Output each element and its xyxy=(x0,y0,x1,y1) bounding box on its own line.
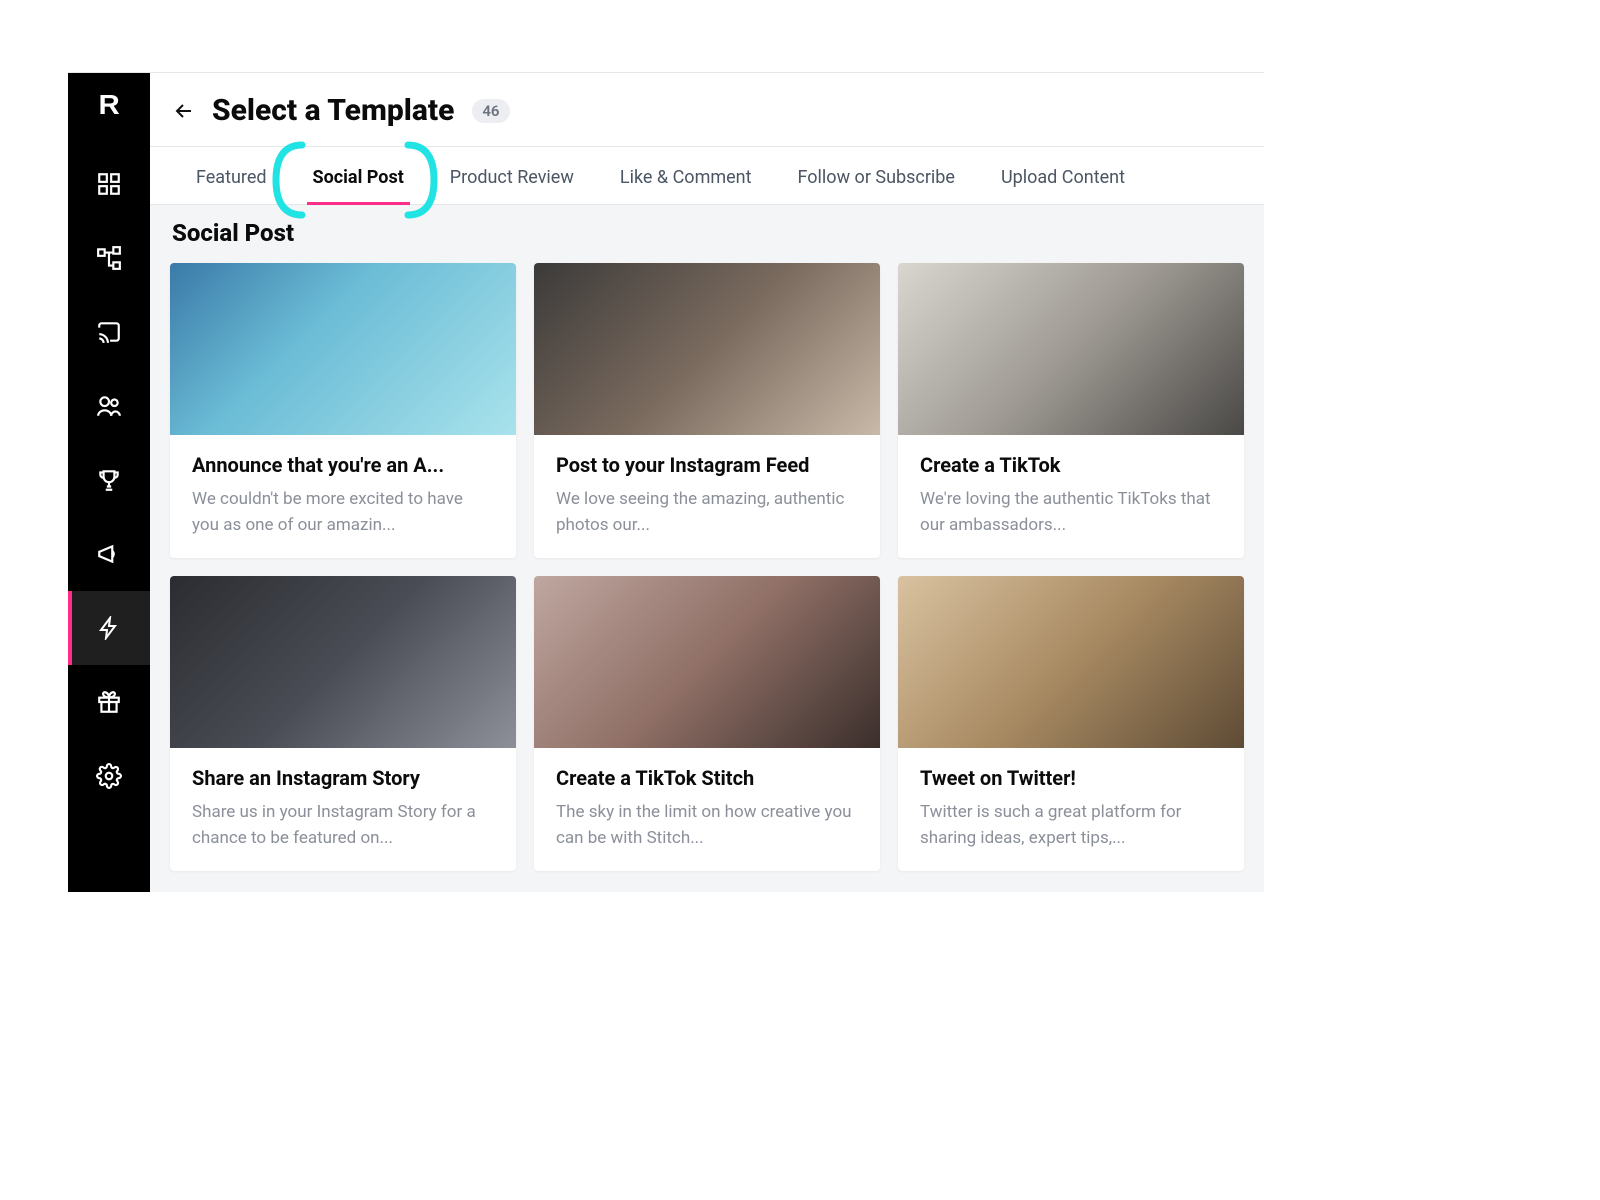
arrow-left-icon xyxy=(172,99,196,123)
card-image xyxy=(170,263,516,435)
template-card[interactable]: Announce that you're an A... We couldn't… xyxy=(170,263,516,558)
content-area: Social Post Announce that you're an A...… xyxy=(150,205,1264,892)
category-tabs: Featured Social Post Product Review Like… xyxy=(150,147,1264,205)
bolt-icon xyxy=(97,616,121,640)
sidebar-item-settings[interactable] xyxy=(68,739,150,813)
card-description: The sky in the limit on how creative you… xyxy=(556,800,858,851)
megaphone-icon xyxy=(96,541,122,567)
template-card[interactable]: Create a TikTok Stitch The sky in the li… xyxy=(534,576,880,871)
gift-icon xyxy=(96,689,122,715)
card-image xyxy=(898,576,1244,748)
app-logo: R xyxy=(98,89,119,121)
sidebar-item-bolt[interactable] xyxy=(68,591,150,665)
sidebar-item-megaphone[interactable] xyxy=(68,517,150,591)
card-image xyxy=(534,576,880,748)
sidebar-item-flow[interactable] xyxy=(68,221,150,295)
main-area: Select a Template 46 Featured Social Pos… xyxy=(150,73,1264,892)
cast-icon xyxy=(96,319,122,345)
gear-icon xyxy=(96,763,122,789)
tab-upload-content[interactable]: Upload Content xyxy=(999,147,1127,204)
tab-like-comment[interactable]: Like & Comment xyxy=(618,147,754,204)
template-card[interactable]: Share an Instagram Story Share us in you… xyxy=(170,576,516,871)
sidebar-item-people[interactable] xyxy=(68,369,150,443)
tab-featured[interactable]: Featured xyxy=(194,147,269,204)
card-image xyxy=(898,263,1244,435)
card-title: Share an Instagram Story xyxy=(192,766,494,790)
back-button[interactable] xyxy=(170,97,198,125)
template-count-badge: 46 xyxy=(472,99,509,123)
sidebar-item-trophy[interactable] xyxy=(68,443,150,517)
card-title: Tweet on Twitter! xyxy=(920,766,1222,790)
tab-product-review[interactable]: Product Review xyxy=(448,147,576,204)
card-title: Create a TikTok Stitch xyxy=(556,766,858,790)
tab-social-post[interactable]: Social Post xyxy=(311,147,406,204)
template-grid: Announce that you're an A... We couldn't… xyxy=(170,263,1244,871)
section-title: Social Post xyxy=(172,219,1244,247)
sidebar-item-dashboard[interactable] xyxy=(68,147,150,221)
card-title: Post to your Instagram Feed xyxy=(556,453,858,477)
card-description: Share us in your Instagram Story for a c… xyxy=(192,800,494,851)
people-icon xyxy=(96,393,122,419)
template-card[interactable]: Post to your Instagram Feed We love seei… xyxy=(534,263,880,558)
sidebar-item-gift[interactable] xyxy=(68,665,150,739)
sidebar: R xyxy=(68,73,150,892)
sidebar-item-cast[interactable] xyxy=(68,295,150,369)
card-description: Twitter is such a great platform for sha… xyxy=(920,800,1222,851)
card-description: We're loving the authentic TikToks that … xyxy=(920,487,1222,538)
card-title: Create a TikTok xyxy=(920,453,1222,477)
card-description: We love seeing the amazing, authentic ph… xyxy=(556,487,858,538)
trophy-icon xyxy=(96,467,122,493)
page-header: Select a Template 46 xyxy=(150,73,1264,147)
card-image xyxy=(534,263,880,435)
grid-icon xyxy=(96,171,122,197)
page-title: Select a Template xyxy=(212,93,454,128)
flow-icon xyxy=(96,245,122,271)
template-card[interactable]: Tweet on Twitter! Twitter is such a grea… xyxy=(898,576,1244,871)
card-description: We couldn't be more excited to have you … xyxy=(192,487,494,538)
tab-follow-subscribe[interactable]: Follow or Subscribe xyxy=(796,147,957,204)
template-card[interactable]: Create a TikTok We're loving the authent… xyxy=(898,263,1244,558)
card-image xyxy=(170,576,516,748)
card-title: Announce that you're an A... xyxy=(192,453,494,477)
